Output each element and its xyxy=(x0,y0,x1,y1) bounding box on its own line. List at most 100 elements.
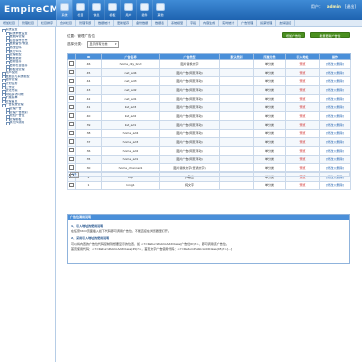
row-actions-text[interactable]: [修改] [删除] xyxy=(326,183,344,187)
row-actions[interactable]: [修改] [删除] xyxy=(319,102,351,113)
category-select[interactable]: 显示所有分类 ▾ xyxy=(86,41,119,48)
row-actions[interactable]: [修改] [删除] xyxy=(319,119,351,130)
preview-link[interactable]: 预览 xyxy=(285,111,320,121)
top-menu-item-0[interactable]: 系统 xyxy=(56,0,72,20)
row-actions[interactable]: [修改] [删除] xyxy=(319,85,351,95)
row-actions[interactable]: [修改] [删除] xyxy=(319,180,351,191)
subnav-item-12[interactable]: 实时统计 xyxy=(219,20,239,26)
row-actions-text[interactable]: [修改] [删除] xyxy=(326,71,344,75)
preview-link-text[interactable]: 预览 xyxy=(299,114,305,118)
batch-update-button[interactable]: 批量更新广告位 xyxy=(310,32,350,38)
checkbox[interactable] xyxy=(69,95,74,101)
preview-link[interactable]: 预览 xyxy=(285,102,320,113)
subnav-item-2[interactable]: 栏目排序 xyxy=(38,20,58,26)
preview-link[interactable]: 预览 xyxy=(285,85,320,95)
preview-link-text[interactable]: 预览 xyxy=(299,123,305,127)
subnav-item-4[interactable]: 管理专题 xyxy=(76,20,96,26)
row-checkbox[interactable] xyxy=(67,180,76,191)
add-ad-position-button[interactable]: 增加广告位 xyxy=(282,32,305,38)
row-actions-text[interactable]: [修改] [删除] xyxy=(326,149,344,153)
subnav-item-10[interactable]: 字段 xyxy=(187,20,201,26)
preview-link-text[interactable]: 预览 xyxy=(299,71,305,75)
top-menu-item-1[interactable]: 栏目 xyxy=(72,0,88,20)
row-actions-text[interactable]: [修改] [删除] xyxy=(326,166,344,170)
preview-link[interactable]: 预览 xyxy=(285,59,320,69)
subnav-item-7[interactable]: 备份数据 xyxy=(133,20,153,26)
row-actions-text[interactable]: [修改] [删除] xyxy=(326,140,344,144)
row-actions[interactable]: [修改] [删除] xyxy=(319,145,351,156)
checkbox[interactable] xyxy=(69,78,74,83)
sidebar-item-26[interactable]: 执行JS调用 xyxy=(0,121,55,126)
preview-link[interactable]: 预览 xyxy=(285,93,320,104)
checkbox[interactable] xyxy=(69,104,74,109)
preview-link-text[interactable]: 预览 xyxy=(299,140,305,144)
subnav-item-6[interactable]: 更新缓存 xyxy=(114,20,134,26)
row-checkbox[interactable] xyxy=(67,154,76,165)
preview-link[interactable]: 预览 xyxy=(285,76,320,87)
checkbox[interactable] xyxy=(69,87,74,92)
subnav-item-3[interactable]: 合并栏目 xyxy=(57,20,77,26)
preview-link[interactable]: 预览 xyxy=(285,137,320,147)
row-actions-text[interactable]: [修改] [删除] xyxy=(326,123,344,127)
checkbox[interactable] xyxy=(69,148,74,153)
subnav-item-13[interactable]: 广告管理 xyxy=(238,20,258,26)
row-actions-text[interactable]: [修改] [删除] xyxy=(326,88,344,92)
row-actions-text[interactable]: [修改] [删除] xyxy=(326,157,344,161)
subnav-item-15[interactable]: 友情链接 xyxy=(276,20,296,26)
checkbox[interactable] xyxy=(69,61,74,66)
checkbox[interactable] xyxy=(69,165,74,170)
row-actions[interactable]: [修改] [删除] xyxy=(319,76,351,87)
preview-link[interactable]: 预览 xyxy=(285,67,320,78)
row-actions[interactable]: [修改] [删除] xyxy=(319,59,351,69)
preview-link[interactable]: 预览 xyxy=(285,154,320,165)
preview-link[interactable]: 预览 xyxy=(285,119,320,130)
preview-link-text[interactable]: 预览 xyxy=(299,166,305,170)
preview-link-text[interactable]: 预览 xyxy=(299,88,305,92)
preview-link-text[interactable]: 预览 xyxy=(299,149,305,153)
checkbox[interactable] xyxy=(69,113,74,118)
checkbox[interactable] xyxy=(69,156,74,162)
user-name[interactable]: admin xyxy=(327,4,341,10)
preview-link[interactable]: 预览 xyxy=(285,180,320,191)
preview-link-text[interactable]: 预览 xyxy=(299,97,305,101)
checkbox[interactable] xyxy=(69,121,74,127)
row-checkbox[interactable] xyxy=(67,93,76,104)
logout-link[interactable]: [退出] xyxy=(345,4,356,10)
top-menu-item-4[interactable]: 用户 xyxy=(120,0,136,20)
row-checkbox[interactable] xyxy=(67,59,76,69)
row-checkbox[interactable] xyxy=(67,111,76,121)
row-actions[interactable]: [修改] [删除] xyxy=(319,154,351,165)
row-actions[interactable]: [修改] [删除] xyxy=(319,137,351,147)
row-actions[interactable]: [修改] [删除] xyxy=(319,67,351,78)
row-actions-text[interactable]: [修改] [删除] xyxy=(326,105,344,109)
row-actions-text[interactable]: [修改] [删除] xyxy=(326,62,344,66)
preview-link-text[interactable]: 预览 xyxy=(299,157,305,161)
row-checkbox[interactable] xyxy=(67,76,76,87)
preview-link[interactable]: 预览 xyxy=(285,128,320,139)
subnav-item-1[interactable]: 管理栏目 xyxy=(19,20,39,26)
subnav-item-8[interactable]: 数据表 xyxy=(152,20,169,26)
top-menu-item-3[interactable]: 模板 xyxy=(104,0,120,20)
subnav-item-11[interactable]: 内容生成 xyxy=(200,20,220,26)
row-checkbox[interactable] xyxy=(67,67,76,78)
row-checkbox[interactable] xyxy=(67,85,76,95)
row-actions[interactable]: [修改] [删除] xyxy=(319,93,351,104)
checkbox[interactable] xyxy=(69,139,74,144)
preview-link[interactable]: 预览 xyxy=(285,145,320,156)
top-menu-item-2[interactable]: 信息 xyxy=(88,0,104,20)
page-indicator[interactable]: 1/1 xyxy=(70,172,79,178)
row-checkbox[interactable] xyxy=(67,119,76,130)
row-checkbox[interactable] xyxy=(67,137,76,147)
row-checkbox[interactable] xyxy=(67,128,76,139)
subnav-item-0[interactable]: 增加栏目 xyxy=(0,20,20,26)
row-checkbox[interactable] xyxy=(67,145,76,156)
top-menu-item-6[interactable]: 其他 xyxy=(152,0,168,20)
top-menu-item-5[interactable]: 插件 xyxy=(136,0,152,20)
row-actions-text[interactable]: [修改] [删除] xyxy=(326,114,344,118)
row-actions-text[interactable]: [修改] [删除] xyxy=(326,97,344,101)
subnav-item-14[interactable]: 投票管理 xyxy=(257,20,277,26)
preview-link-text[interactable]: 预览 xyxy=(299,79,305,83)
checkbox[interactable] xyxy=(69,69,74,75)
row-actions[interactable]: [修改] [删除] xyxy=(319,111,351,121)
preview-link-text[interactable]: 预览 xyxy=(299,62,305,66)
